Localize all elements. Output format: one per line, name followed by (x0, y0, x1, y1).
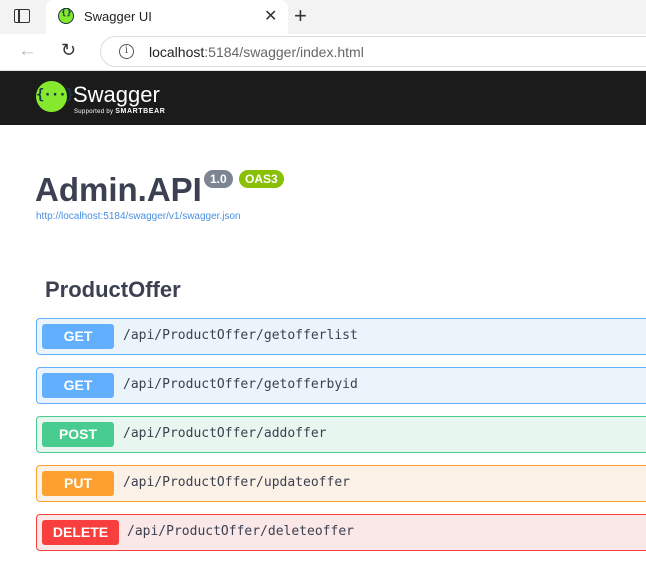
new-tab-icon[interactable]: + (294, 3, 307, 29)
swagger-logo-glyph: {···} (36, 87, 74, 103)
spec-json-link[interactable]: http://localhost:5184/swagger/v1/swagger… (36, 211, 241, 222)
tab-title: Swagger UI (84, 9, 152, 24)
swagger-favicon-icon (58, 8, 74, 24)
oas-badge: OAS3 (239, 170, 284, 188)
operation-path: /api/ProductOffer/getofferbyid (123, 377, 358, 392)
address-bar-row: ← ↻ i localhost:5184/swagger/index.html (0, 34, 646, 71)
method-badge-get: GET (42, 324, 114, 349)
tag-productoffer-header[interactable]: ProductOffer (45, 277, 181, 303)
operation-post-addoffer[interactable]: POST /api/ProductOffer/addoffer (36, 416, 646, 453)
smartbear-brand: SMARTBEAR (115, 108, 166, 115)
tab-actions-icon[interactable] (14, 9, 30, 23)
reload-icon[interactable]: ↻ (61, 40, 76, 61)
swagger-logo-text[interactable]: Swagger (73, 82, 160, 108)
version-badge: 1.0 (204, 170, 233, 188)
api-title: Admin.API (35, 171, 202, 208)
operation-put-updateoffer[interactable]: PUT /api/ProductOffer/updateoffer (36, 465, 646, 502)
operation-path: /api/ProductOffer/addoffer (123, 426, 327, 441)
supported-by-text: Supported by (74, 109, 114, 115)
browser-tab[interactable]: Swagger UI ✕ (46, 0, 288, 34)
smartbear-tagline: Supported by SMARTBEAR (74, 108, 165, 115)
method-badge-delete: DELETE (42, 520, 119, 545)
operation-path: /api/ProductOffer/getofferlist (123, 328, 358, 343)
method-badge-get: GET (42, 373, 114, 398)
site-info-icon[interactable]: i (119, 44, 134, 59)
url-text[interactable]: localhost:5184/swagger/index.html (149, 44, 364, 60)
swagger-logo-icon[interactable]: {···} (36, 81, 74, 112)
url-host: localhost (149, 44, 205, 60)
method-badge-put: PUT (42, 471, 114, 496)
operation-path: /api/ProductOffer/deleteoffer (127, 524, 354, 539)
method-badge-post: POST (42, 422, 114, 447)
operation-path: /api/ProductOffer/updateoffer (123, 475, 350, 490)
swagger-topbar: {···} Swagger Supported by SMARTBEAR (0, 71, 646, 125)
browser-tab-strip: Swagger UI ✕ + (0, 0, 646, 34)
operation-delete-deleteoffer[interactable]: DELETE /api/ProductOffer/deleteoffer (36, 514, 646, 551)
close-tab-icon[interactable]: ✕ (264, 6, 277, 26)
address-bar[interactable]: i localhost:5184/swagger/index.html (100, 36, 646, 67)
operation-get-getofferbyid[interactable]: GET /api/ProductOffer/getofferbyid (36, 367, 646, 404)
operation-get-getofferlist[interactable]: GET /api/ProductOffer/getofferlist (36, 318, 646, 355)
back-arrow-icon[interactable]: ← (18, 40, 37, 62)
url-path: :5184/swagger/index.html (204, 44, 364, 60)
